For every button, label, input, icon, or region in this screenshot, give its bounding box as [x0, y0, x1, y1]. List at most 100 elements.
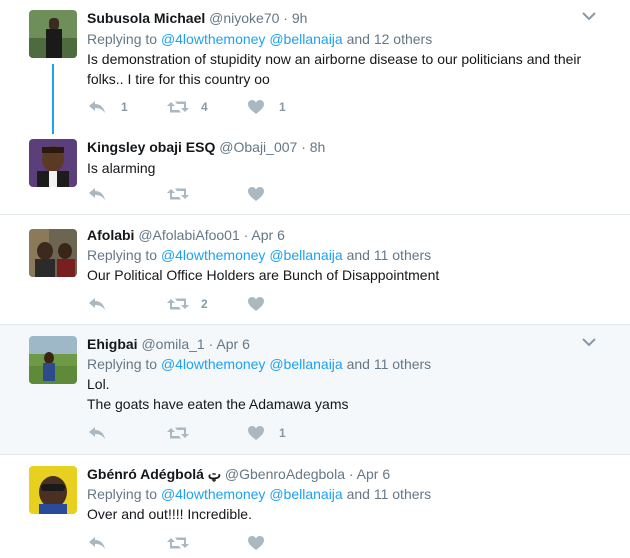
separator-dot: ·: [283, 10, 288, 26]
separator-dot: ·: [208, 336, 214, 352]
retweet-icon: [167, 99, 189, 115]
avatar[interactable]: [29, 139, 77, 187]
timestamp[interactable]: 8h: [310, 139, 326, 155]
heart-icon: [247, 425, 265, 441]
reply-context: Replying to @4lowthemoney @bellanaija an…: [87, 245, 590, 265]
tweet-text: Our Political Office Holders are Bunch o…: [87, 267, 440, 283]
author-handle[interactable]: @omila_1: [141, 336, 204, 352]
tweet-afolabi[interactable]: Afolabi @AfolabiAfoo01 · Apr 6 Replying …: [0, 215, 630, 324]
reply-prefix: Replying to: [87, 356, 158, 372]
reply-prefix: Replying to: [87, 247, 158, 263]
tweet-text: Over and out!!!! Incredible.: [87, 506, 252, 522]
tweet-gbenro[interactable]: Gbénró Adégbolá ټ @GbenroAdegbola · Apr …: [0, 455, 630, 558]
reply-others[interactable]: and 12 others: [347, 31, 433, 47]
reply-count: 1: [121, 100, 128, 114]
tweet-text: The goats have eaten the Adamawa yams: [87, 396, 349, 412]
reply-context: Replying to @4lowthemoney @bellanaija an…: [87, 484, 590, 504]
tweet-kingsley[interactable]: Kingsley obaji ESQ @Obaji_007 · 8h Is al…: [0, 128, 630, 214]
timestamp[interactable]: Apr 6: [251, 227, 284, 243]
reply-icon: [87, 99, 107, 115]
heart-icon: [247, 99, 265, 115]
tweet-header: Afolabi @AfolabiAfoo01 · Apr 6: [87, 226, 590, 244]
separator-dot: ·: [348, 466, 354, 482]
mention-link[interactable]: @bellanaija: [269, 31, 342, 47]
retweet-icon: [167, 296, 189, 312]
like-button[interactable]: [247, 296, 327, 312]
action-bar: [87, 533, 327, 553]
reply-others[interactable]: and 11 others: [347, 356, 432, 372]
separator-dot: ·: [243, 227, 249, 243]
mention-link[interactable]: @bellanaija: [269, 486, 342, 502]
like-button[interactable]: [247, 186, 327, 202]
like-button[interactable]: 1: [247, 425, 327, 441]
reply-button[interactable]: [87, 186, 167, 202]
tweet-subusola[interactable]: Subusola Michael @niyoke70 · 9h Replying…: [0, 0, 630, 128]
author-handle[interactable]: @Obaji_007: [219, 139, 297, 155]
heart-icon: [247, 186, 265, 202]
action-bar: 2: [87, 294, 327, 314]
avatar[interactable]: [29, 229, 77, 277]
retweet-icon: [167, 535, 189, 551]
mention-link[interactable]: @4lowthemoney: [161, 31, 266, 47]
retweet-button[interactable]: 2: [167, 296, 247, 312]
retweet-button[interactable]: [167, 425, 247, 441]
author-name[interactable]: Ehigbai: [87, 336, 138, 352]
retweet-icon: [167, 425, 189, 441]
retweet-button[interactable]: 4: [167, 99, 247, 115]
mention-link[interactable]: @bellanaija: [269, 247, 342, 263]
timestamp[interactable]: Apr 6: [216, 336, 249, 352]
author-handle[interactable]: @AfolabiAfoo01: [138, 227, 239, 243]
retweet-count: 2: [201, 297, 208, 311]
tweet-text: Lol.: [87, 376, 110, 392]
retweet-button[interactable]: [167, 186, 247, 202]
mention-link[interactable]: @4lowthemoney: [161, 247, 266, 263]
author-name[interactable]: Kingsley obaji ESQ: [87, 139, 215, 155]
tweet-text: Is demonstration of stupidity now an air…: [87, 51, 582, 67]
avatar[interactable]: [29, 466, 77, 514]
timestamp[interactable]: Apr 6: [357, 466, 390, 482]
retweet-count: 4: [201, 100, 208, 114]
like-button[interactable]: [247, 535, 327, 551]
tweet-header: Ehigbai @omila_1 · Apr 6: [87, 335, 590, 353]
reply-context: Replying to @4lowthemoney @bellanaija an…: [87, 354, 590, 374]
reply-others[interactable]: and 11 others: [347, 247, 432, 263]
like-count: 1: [279, 100, 286, 114]
chevron-down-icon[interactable]: [581, 10, 597, 22]
reply-others[interactable]: and 11 others: [347, 486, 432, 502]
author-name[interactable]: Gbénró Adégbolá ټ: [87, 466, 221, 482]
reply-icon: [87, 296, 107, 312]
tweet-header: Kingsley obaji ESQ @Obaji_007 · 8h: [87, 138, 590, 156]
reply-button[interactable]: [87, 535, 167, 551]
author-handle[interactable]: @GbenroAdegbola: [225, 466, 345, 482]
author-handle[interactable]: @niyoke70: [209, 10, 279, 26]
reply-icon: [87, 425, 107, 441]
reply-icon: [87, 186, 107, 202]
retweet-button[interactable]: [167, 535, 247, 551]
like-count: 1: [279, 426, 286, 440]
reply-button[interactable]: 1: [87, 99, 167, 115]
avatar[interactable]: [29, 10, 77, 58]
author-name[interactable]: Subusola Michael: [87, 10, 205, 26]
mention-link[interactable]: @4lowthemoney: [161, 356, 266, 372]
timestamp[interactable]: 9h: [292, 10, 308, 26]
author-name[interactable]: Afolabi: [87, 227, 134, 243]
reply-prefix: Replying to: [87, 486, 158, 502]
action-bar: 1 4 1: [87, 97, 327, 117]
action-bar: [87, 184, 327, 204]
tweet-ehigbai[interactable]: Ehigbai @omila_1 · Apr 6 Replying to @4l…: [0, 325, 630, 454]
action-bar: 1: [87, 423, 327, 443]
mention-link[interactable]: @4lowthemoney: [161, 486, 266, 502]
avatar[interactable]: [29, 336, 77, 384]
reply-button[interactable]: [87, 425, 167, 441]
tweet-header: Subusola Michael @niyoke70 · 9h: [87, 9, 590, 27]
like-button[interactable]: 1: [247, 99, 327, 115]
chevron-down-icon[interactable]: [581, 336, 597, 348]
mention-link[interactable]: @bellanaija: [269, 356, 342, 372]
separator-dot: ·: [301, 139, 306, 155]
heart-icon: [247, 296, 265, 312]
tweet-text: folks.. I tire for this country oo: [87, 71, 270, 87]
heart-icon: [247, 535, 265, 551]
reply-button[interactable]: [87, 296, 167, 312]
tweet-text: Is alarming: [87, 160, 156, 176]
reply-prefix: Replying to: [87, 31, 158, 47]
